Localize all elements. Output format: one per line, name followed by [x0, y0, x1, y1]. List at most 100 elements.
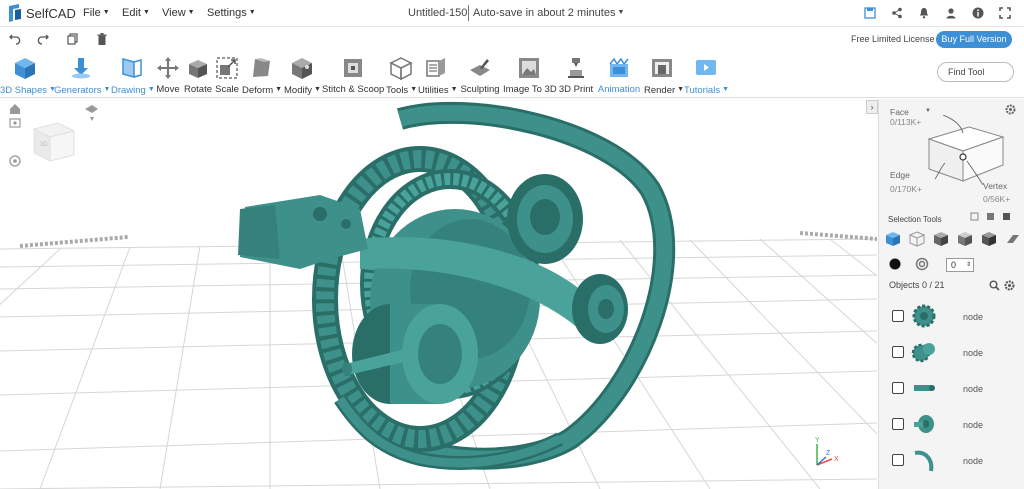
chevron-down-icon: ▼ [142, 9, 150, 16]
tool-modify[interactable]: Modify ▼ [284, 55, 321, 97]
sculpting-icon [470, 59, 490, 76]
object-checkbox[interactable] [892, 382, 904, 394]
selection-stepper[interactable]: 0 ⇕ [946, 258, 974, 272]
chevron-down-icon: ▼ [313, 86, 321, 93]
search-icon[interactable] [989, 280, 1000, 291]
select-edge-icon[interactable] [957, 231, 973, 247]
floor-ruler-left [19, 235, 129, 248]
tool-deform[interactable]: Deform ▼ [242, 55, 283, 97]
brush-size-icon[interactable] [915, 257, 929, 271]
save-icon[interactable] [863, 6, 877, 20]
undo-icon[interactable] [8, 32, 22, 46]
main-toolbar: 3D Shapes ▼ Generators ▼ Drawing ▼ Move Rot… [0, 52, 1024, 98]
3d-viewport[interactable]: 3D Y X Z [0, 99, 877, 489]
objects-settings-gear-icon[interactable] [1004, 280, 1015, 291]
floor-ruler-right [799, 231, 877, 241]
copy-icon[interactable] [66, 32, 80, 46]
tool-label: Stitch & Scoop [322, 84, 385, 95]
chevron-down-icon: ▼ [187, 9, 195, 16]
tool-tutorials[interactable]: Tutorials ▼ [684, 55, 729, 97]
autosave-status[interactable]: Auto-save in about 2 minutes ▼ [473, 7, 624, 19]
selection-option-icons[interactable] [969, 211, 1019, 221]
object-name: node [963, 384, 984, 394]
buy-full-version-button[interactable]: Buy Full Version [936, 31, 1012, 48]
right-panel: Face ▼ 0/113K+ Edge 0/170K+ Vertex 0/56K… [878, 99, 1024, 489]
axis-z-label: Z [826, 450, 831, 457]
view-cube[interactable]: 3D [32, 122, 76, 162]
chevron-down-icon[interactable]: ▼ [925, 108, 931, 114]
tool-render[interactable]: Render ▼ [644, 55, 684, 97]
object-name: node [963, 456, 984, 466]
tool-3d-shapes[interactable]: 3D Shapes ▼ [0, 55, 56, 97]
menu-file[interactable]: File ▼ [83, 7, 110, 19]
utilities-icon [426, 58, 445, 77]
tool-tools[interactable]: Tools ▼ [386, 55, 417, 97]
tool-scale[interactable]: Scale [215, 55, 239, 96]
stepper-arrows-icon[interactable]: ⇕ [966, 259, 971, 271]
object-row[interactable]: node [879, 407, 1024, 443]
object-checkbox[interactable] [892, 346, 904, 358]
tool-drawing[interactable]: Drawing ▼ [111, 55, 155, 97]
object-row[interactable]: node [879, 335, 1024, 371]
vertex-label[interactable]: Vertex [983, 181, 1007, 191]
tool-move[interactable]: Move [155, 55, 181, 96]
face-label[interactable]: Face [890, 107, 909, 117]
tool-3d-print[interactable]: 3D Print [558, 55, 594, 96]
tool-rotate[interactable]: Rotate [183, 55, 213, 96]
select-plane-icon[interactable] [1005, 231, 1021, 247]
share-icon[interactable] [890, 6, 904, 20]
object-row[interactable]: node [879, 443, 1024, 479]
object-checkbox[interactable] [892, 454, 904, 466]
menu-settings[interactable]: Settings ▼ [207, 7, 256, 19]
app-logo[interactable]: SelfCAD [8, 4, 76, 22]
object-row[interactable]: node [879, 371, 1024, 407]
tool-label: Utilities [418, 85, 449, 96]
find-tool-input[interactable]: Find Tool [937, 62, 1014, 82]
cylinder-part-icon [914, 385, 935, 391]
object-checkbox[interactable] [892, 310, 904, 322]
redo-icon[interactable] [36, 32, 50, 46]
menu-edit[interactable]: Edit ▼ [122, 7, 150, 19]
trash-icon[interactable] [95, 32, 109, 46]
select-cube-icon[interactable] [885, 231, 901, 247]
object-checkbox[interactable] [892, 418, 904, 430]
fullscreen-icon[interactable] [998, 6, 1012, 20]
document-title[interactable]: Untitled-150 [408, 7, 467, 19]
object-name: node [963, 312, 984, 322]
3d-model[interactable] [238, 101, 676, 470]
tool-animation[interactable]: Animation [597, 55, 641, 96]
tool-label: Scale [215, 84, 239, 95]
image-to-3d-icon [519, 58, 539, 78]
chevron-down-icon: ▼ [102, 9, 110, 16]
menu-file-label: File [83, 7, 101, 19]
tool-image-to-3d[interactable]: Image To 3D [503, 55, 557, 96]
generator-icon [72, 58, 90, 79]
deform-icon [253, 58, 270, 77]
info-icon[interactable] [971, 6, 985, 20]
collapse-panel-button[interactable]: › [866, 100, 878, 114]
tool-sculpting[interactable]: Sculpting [459, 55, 501, 96]
tool-label: 3D Print [558, 84, 594, 95]
user-icon[interactable] [944, 6, 958, 20]
tool-label: Drawing [111, 85, 146, 96]
tool-utilities[interactable]: Utilities ▼ [418, 55, 458, 97]
tool-stitch-scoop[interactable]: Stitch & Scoop [322, 55, 384, 96]
housing-part-icon [914, 415, 934, 433]
top-right-icons [863, 6, 1012, 20]
panel-settings-gear-icon[interactable] [1005, 104, 1016, 115]
chevron-down-icon: ▼ [450, 86, 458, 93]
bell-icon[interactable] [917, 6, 931, 20]
object-row[interactable]: node [879, 299, 1024, 335]
select-vertex-icon[interactable] [981, 231, 997, 247]
title-divider [468, 5, 469, 21]
color-dot-icon[interactable] [888, 257, 902, 271]
edge-label[interactable]: Edge [890, 170, 910, 180]
select-wireframe-icon[interactable] [909, 231, 925, 247]
tool-generators[interactable]: Generators ▼ [54, 55, 110, 97]
chevron-down-icon: ▼ [275, 86, 283, 93]
view-cube-label: 3D [40, 142, 48, 148]
menu-view[interactable]: View ▼ [162, 7, 195, 19]
tools-icon [389, 57, 413, 80]
select-face-icon[interactable] [933, 231, 949, 247]
chevron-down-icon: ▼ [617, 9, 625, 16]
